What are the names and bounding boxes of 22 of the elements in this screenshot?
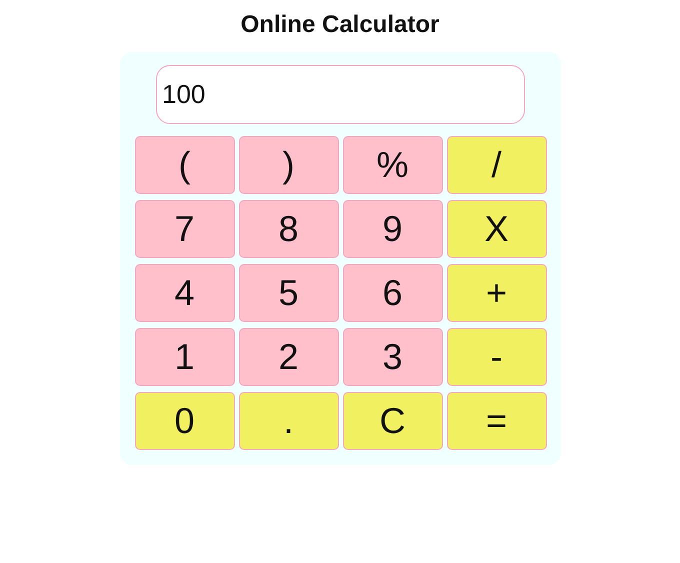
key-button[interactable]: 5	[238, 264, 338, 322]
key-button[interactable]: 4	[134, 264, 234, 322]
key-button[interactable]: (	[134, 136, 234, 194]
display-field[interactable]: 100	[156, 65, 525, 124]
key-button[interactable]: X	[446, 200, 546, 258]
key-button[interactable]: 9	[342, 200, 442, 258]
key-button[interactable]: 6	[342, 264, 442, 322]
key-button[interactable]: 7	[134, 200, 234, 258]
key-button[interactable]: %	[342, 136, 442, 194]
key-button[interactable]: C	[342, 392, 442, 450]
key-button[interactable]: 2	[238, 328, 338, 386]
key-button[interactable]: /	[446, 136, 546, 194]
key-button[interactable]: 8	[238, 200, 338, 258]
key-button[interactable]: +	[446, 264, 546, 322]
key-button[interactable]: 3	[342, 328, 442, 386]
page-title: Online Calculator	[240, 10, 440, 40]
key-button[interactable]: .	[238, 392, 338, 450]
key-button[interactable]: =	[446, 392, 546, 450]
key-button[interactable]: 1	[134, 328, 234, 386]
key-button[interactable]: 0	[134, 392, 234, 450]
key-button[interactable]: )	[238, 136, 338, 194]
key-button[interactable]: -	[446, 328, 546, 386]
